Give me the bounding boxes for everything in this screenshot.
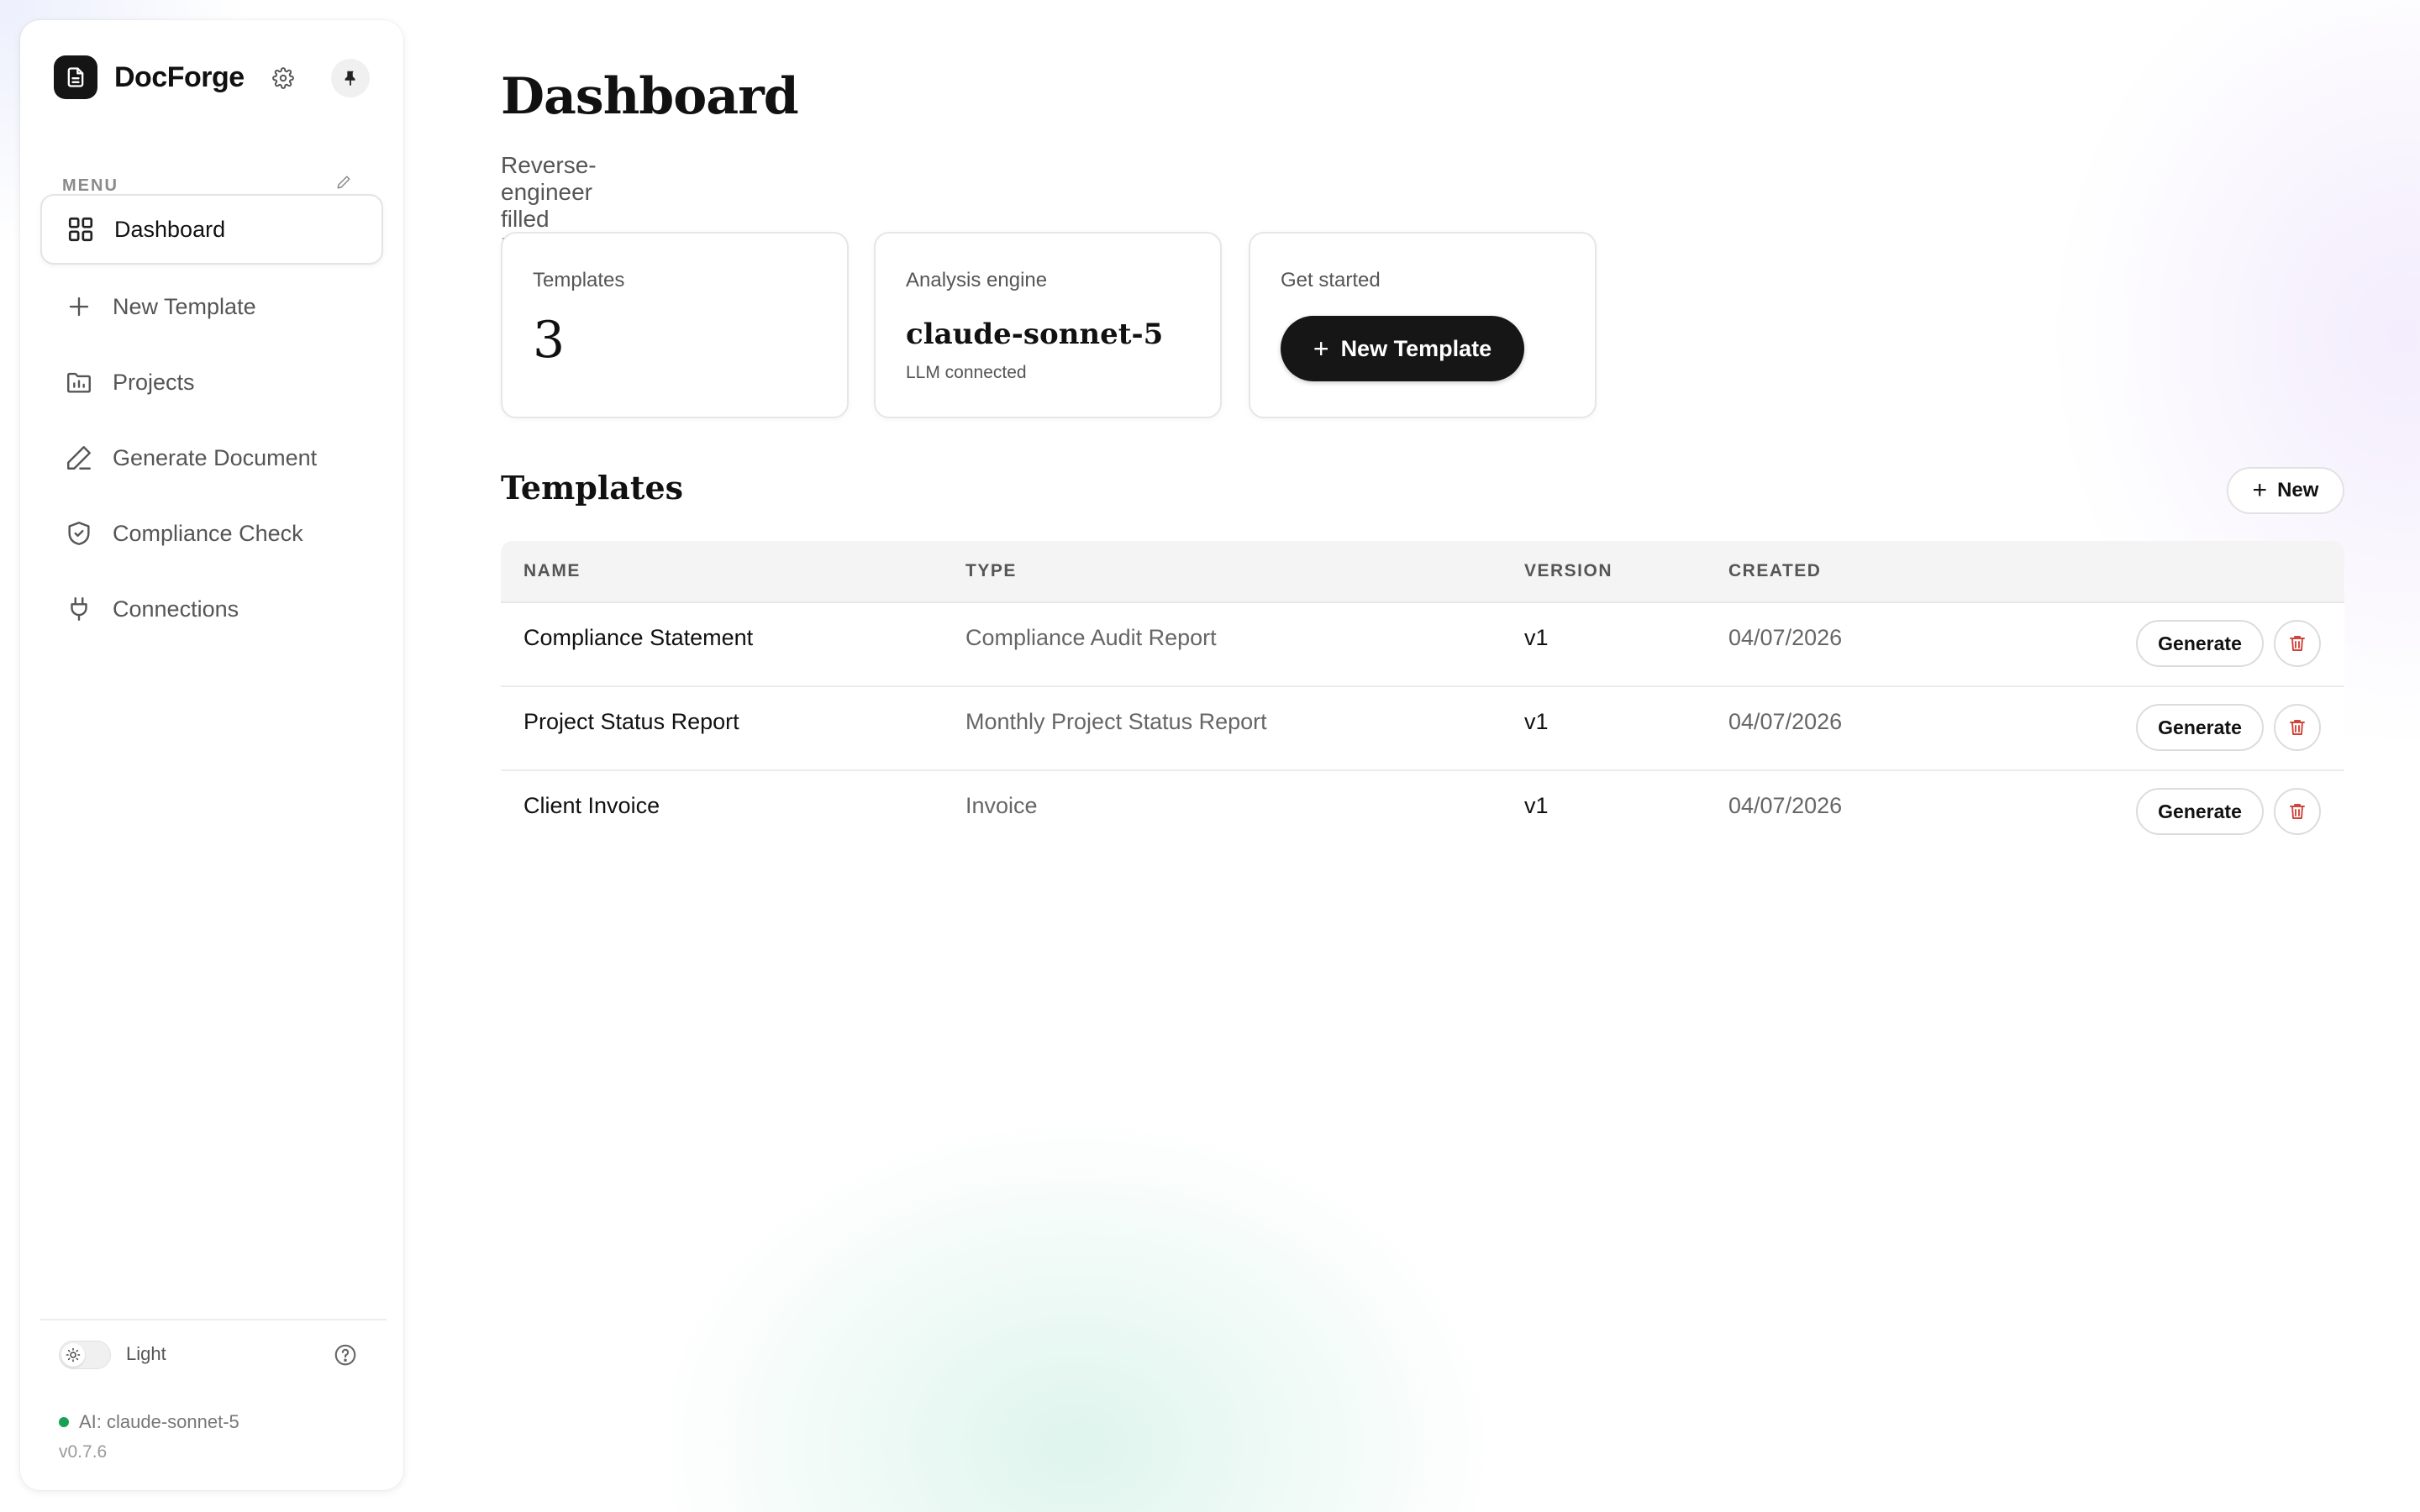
template-created: 04/07/2026	[1728, 709, 1843, 734]
sidebar-item-connections[interactable]: Connections	[40, 574, 383, 644]
sidebar-divider	[40, 1319, 387, 1320]
generate-button[interactable]: Generate	[2136, 704, 2264, 751]
engine-status: LLM connected	[906, 363, 1027, 382]
pen-icon	[62, 441, 96, 475]
document-icon	[54, 55, 97, 99]
sun-icon	[61, 1343, 85, 1367]
ai-status-text: AI: claude-sonnet-5	[79, 1411, 239, 1432]
card-label: Get started	[1281, 269, 1381, 291]
sidebar-item-label: Generate Document	[113, 444, 318, 470]
sidebar: DocForge MENU Dashboard New Template Pro…	[20, 20, 403, 1490]
templates-count: 3	[533, 311, 566, 370]
delete-button[interactable]	[2274, 788, 2321, 835]
plug-icon	[62, 592, 96, 626]
sidebar-item-label: Dashboard	[114, 216, 226, 242]
template-name: Client Invoice	[523, 793, 660, 818]
table-row[interactable]: Compliance Statement Compliance Audit Re…	[501, 603, 2344, 687]
template-created: 04/07/2026	[1728, 793, 1843, 818]
template-created: 04/07/2026	[1728, 625, 1843, 650]
trash-icon	[2290, 636, 2305, 651]
sidebar-item-new-template[interactable]: New Template	[40, 271, 383, 342]
engine-name: claude-sonnet-5	[906, 318, 1164, 351]
table-row[interactable]: Client Invoice Invoice v1 04/07/2026 Gen…	[501, 771, 2344, 855]
button-label: New	[2277, 479, 2319, 501]
folder-chart-icon	[62, 365, 96, 399]
column-header-type[interactable]: TYPE	[965, 561, 1017, 581]
template-name: Project Status Report	[523, 709, 739, 734]
theme-label: Light	[126, 1343, 166, 1364]
generate-button[interactable]: Generate	[2136, 788, 2264, 835]
template-version: v1	[1524, 793, 1549, 818]
help-icon[interactable]	[333, 1342, 358, 1368]
app-version: v0.7.6	[59, 1442, 108, 1462]
table-header: NAME TYPE VERSION CREATED	[501, 541, 2344, 603]
get-started-card: Get started + New Template	[1249, 232, 1597, 418]
sidebar-item-compliance-check[interactable]: Compliance Check	[40, 498, 383, 569]
theme-toggle[interactable]	[59, 1341, 111, 1369]
generate-button[interactable]: Generate	[2136, 620, 2264, 667]
sidebar-item-projects[interactable]: Projects	[40, 347, 383, 417]
plus-icon: +	[2252, 476, 2268, 504]
trash-icon	[2290, 804, 2305, 819]
template-version: v1	[1524, 709, 1549, 734]
template-type: Invoice	[965, 793, 1038, 818]
sidebar-item-label: Connections	[113, 596, 239, 622]
card-label: Analysis engine	[906, 269, 1048, 291]
analysis-engine-card: Analysis engine claude-sonnet-5 LLM conn…	[874, 232, 1222, 418]
brand[interactable]: DocForge	[54, 55, 245, 99]
button-label: New Template	[1340, 335, 1492, 361]
sidebar-item-generate-document[interactable]: Generate Document	[40, 423, 383, 493]
template-name: Compliance Statement	[523, 625, 754, 650]
pin-icon[interactable]	[331, 59, 370, 97]
menu-label: MENU	[62, 176, 118, 195]
template-type: Compliance Audit Report	[965, 625, 1217, 650]
templates-table: NAME TYPE VERSION CREATED Compliance Sta…	[501, 541, 2344, 858]
template-version: v1	[1524, 625, 1549, 650]
sidebar-item-label: Projects	[113, 369, 195, 395]
card-label: Templates	[533, 269, 625, 291]
templates-count-card: Templates 3	[501, 232, 849, 418]
delete-button[interactable]	[2274, 704, 2321, 751]
gear-icon[interactable]	[269, 64, 297, 92]
new-button[interactable]: + New	[2227, 467, 2344, 514]
column-header-version[interactable]: VERSION	[1524, 561, 1612, 581]
shield-check-icon	[62, 517, 96, 550]
delete-button[interactable]	[2274, 620, 2321, 667]
page-title: Dashboard	[501, 67, 799, 126]
plus-icon: +	[1313, 333, 1329, 364]
app-name: DocForge	[114, 60, 245, 93]
column-header-name[interactable]: NAME	[523, 561, 581, 581]
plus-icon	[62, 290, 96, 323]
template-type: Monthly Project Status Report	[965, 709, 1267, 734]
trash-icon	[2290, 720, 2305, 735]
templates-section-title: Templates	[501, 469, 684, 507]
table-row[interactable]: Project Status Report Monthly Project St…	[501, 687, 2344, 771]
new-template-button[interactable]: + New Template	[1281, 316, 1524, 381]
column-header-created[interactable]: CREATED	[1728, 561, 1821, 581]
status-dot	[59, 1417, 69, 1427]
grid-icon	[64, 213, 97, 246]
sidebar-item-label: New Template	[113, 293, 256, 319]
sidebar-item-label: Compliance Check	[113, 520, 303, 546]
sidebar-item-dashboard[interactable]: Dashboard	[40, 194, 383, 265]
pencil-icon[interactable]	[336, 175, 355, 193]
ai-status: AI: claude-sonnet-5	[59, 1411, 239, 1433]
